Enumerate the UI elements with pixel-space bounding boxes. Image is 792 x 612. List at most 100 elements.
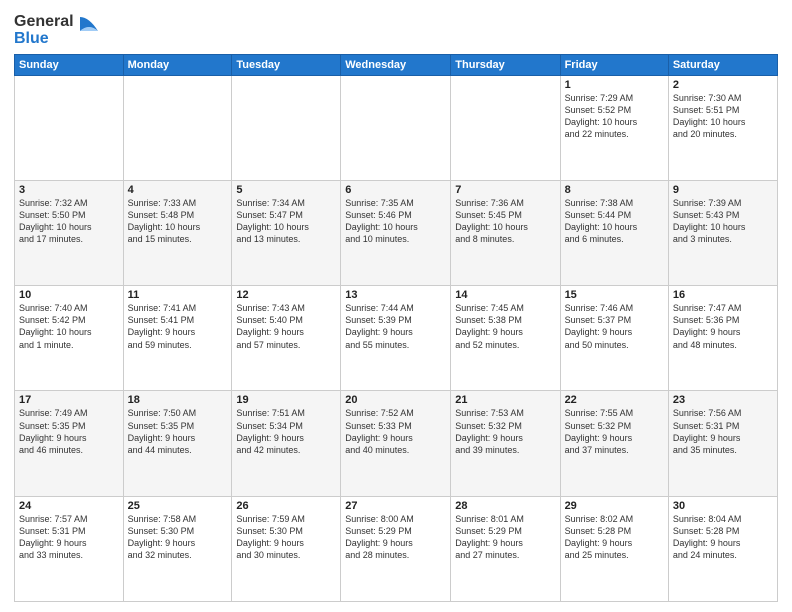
col-header-wednesday: Wednesday bbox=[341, 54, 451, 75]
page: General Blue SundayMondayTuesdayWednesda… bbox=[0, 0, 792, 612]
calendar-cell: 9Sunrise: 7:39 AM Sunset: 5:43 PM Daylig… bbox=[668, 180, 777, 285]
calendar-cell: 19Sunrise: 7:51 AM Sunset: 5:34 PM Dayli… bbox=[232, 391, 341, 496]
day-info: Sunrise: 7:47 AM Sunset: 5:36 PM Dayligh… bbox=[673, 302, 773, 351]
day-info: Sunrise: 7:53 AM Sunset: 5:32 PM Dayligh… bbox=[455, 407, 555, 456]
day-info: Sunrise: 7:46 AM Sunset: 5:37 PM Dayligh… bbox=[565, 302, 664, 351]
day-number: 18 bbox=[128, 394, 228, 406]
calendar-week-5: 24Sunrise: 7:57 AM Sunset: 5:31 PM Dayli… bbox=[15, 496, 778, 601]
day-info: Sunrise: 7:55 AM Sunset: 5:32 PM Dayligh… bbox=[565, 407, 664, 456]
day-number: 10 bbox=[19, 289, 119, 301]
calendar-cell: 23Sunrise: 7:56 AM Sunset: 5:31 PM Dayli… bbox=[668, 391, 777, 496]
calendar-table: SundayMondayTuesdayWednesdayThursdayFrid… bbox=[14, 54, 778, 602]
calendar-cell: 14Sunrise: 7:45 AM Sunset: 5:38 PM Dayli… bbox=[451, 286, 560, 391]
calendar-cell: 11Sunrise: 7:41 AM Sunset: 5:41 PM Dayli… bbox=[123, 286, 232, 391]
calendar-cell: 3Sunrise: 7:32 AM Sunset: 5:50 PM Daylig… bbox=[15, 180, 124, 285]
calendar-week-2: 3Sunrise: 7:32 AM Sunset: 5:50 PM Daylig… bbox=[15, 180, 778, 285]
day-info: Sunrise: 7:40 AM Sunset: 5:42 PM Dayligh… bbox=[19, 302, 119, 351]
day-number: 4 bbox=[128, 184, 228, 196]
day-info: Sunrise: 7:57 AM Sunset: 5:31 PM Dayligh… bbox=[19, 513, 119, 562]
calendar-cell: 28Sunrise: 8:01 AM Sunset: 5:29 PM Dayli… bbox=[451, 496, 560, 601]
day-number: 23 bbox=[673, 394, 773, 406]
calendar-cell: 13Sunrise: 7:44 AM Sunset: 5:39 PM Dayli… bbox=[341, 286, 451, 391]
day-info: Sunrise: 7:34 AM Sunset: 5:47 PM Dayligh… bbox=[236, 197, 336, 246]
day-info: Sunrise: 7:52 AM Sunset: 5:33 PM Dayligh… bbox=[345, 407, 446, 456]
calendar-cell: 17Sunrise: 7:49 AM Sunset: 5:35 PM Dayli… bbox=[15, 391, 124, 496]
day-number: 25 bbox=[128, 500, 228, 512]
calendar-cell: 18Sunrise: 7:50 AM Sunset: 5:35 PM Dayli… bbox=[123, 391, 232, 496]
calendar-cell: 27Sunrise: 8:00 AM Sunset: 5:29 PM Dayli… bbox=[341, 496, 451, 601]
calendar-cell: 8Sunrise: 7:38 AM Sunset: 5:44 PM Daylig… bbox=[560, 180, 668, 285]
day-info: Sunrise: 8:00 AM Sunset: 5:29 PM Dayligh… bbox=[345, 513, 446, 562]
calendar-week-4: 17Sunrise: 7:49 AM Sunset: 5:35 PM Dayli… bbox=[15, 391, 778, 496]
day-number: 17 bbox=[19, 394, 119, 406]
day-number: 29 bbox=[565, 500, 664, 512]
day-info: Sunrise: 7:50 AM Sunset: 5:35 PM Dayligh… bbox=[128, 407, 228, 456]
calendar-cell: 30Sunrise: 8:04 AM Sunset: 5:28 PM Dayli… bbox=[668, 496, 777, 601]
col-header-monday: Monday bbox=[123, 54, 232, 75]
day-number: 1 bbox=[565, 79, 664, 91]
day-number: 5 bbox=[236, 184, 336, 196]
day-number: 20 bbox=[345, 394, 446, 406]
col-header-sunday: Sunday bbox=[15, 54, 124, 75]
calendar-cell: 24Sunrise: 7:57 AM Sunset: 5:31 PM Dayli… bbox=[15, 496, 124, 601]
calendar-cell: 15Sunrise: 7:46 AM Sunset: 5:37 PM Dayli… bbox=[560, 286, 668, 391]
day-number: 26 bbox=[236, 500, 336, 512]
calendar-cell: 4Sunrise: 7:33 AM Sunset: 5:48 PM Daylig… bbox=[123, 180, 232, 285]
calendar-header-row: SundayMondayTuesdayWednesdayThursdayFrid… bbox=[15, 54, 778, 75]
calendar-cell bbox=[341, 75, 451, 180]
day-number: 16 bbox=[673, 289, 773, 301]
calendar-cell: 7Sunrise: 7:36 AM Sunset: 5:45 PM Daylig… bbox=[451, 180, 560, 285]
calendar-cell: 16Sunrise: 7:47 AM Sunset: 5:36 PM Dayli… bbox=[668, 286, 777, 391]
day-info: Sunrise: 8:02 AM Sunset: 5:28 PM Dayligh… bbox=[565, 513, 664, 562]
day-number: 8 bbox=[565, 184, 664, 196]
day-info: Sunrise: 7:30 AM Sunset: 5:51 PM Dayligh… bbox=[673, 92, 773, 141]
day-number: 3 bbox=[19, 184, 119, 196]
day-info: Sunrise: 7:39 AM Sunset: 5:43 PM Dayligh… bbox=[673, 197, 773, 246]
day-number: 22 bbox=[565, 394, 664, 406]
day-info: Sunrise: 7:38 AM Sunset: 5:44 PM Dayligh… bbox=[565, 197, 664, 246]
day-info: Sunrise: 7:36 AM Sunset: 5:45 PM Dayligh… bbox=[455, 197, 555, 246]
day-number: 21 bbox=[455, 394, 555, 406]
day-info: Sunrise: 7:44 AM Sunset: 5:39 PM Dayligh… bbox=[345, 302, 446, 351]
day-info: Sunrise: 7:33 AM Sunset: 5:48 PM Dayligh… bbox=[128, 197, 228, 246]
header: General Blue bbox=[14, 10, 778, 48]
day-info: Sunrise: 7:32 AM Sunset: 5:50 PM Dayligh… bbox=[19, 197, 119, 246]
calendar-cell: 21Sunrise: 7:53 AM Sunset: 5:32 PM Dayli… bbox=[451, 391, 560, 496]
day-info: Sunrise: 7:56 AM Sunset: 5:31 PM Dayligh… bbox=[673, 407, 773, 456]
calendar-cell: 29Sunrise: 8:02 AM Sunset: 5:28 PM Dayli… bbox=[560, 496, 668, 601]
day-number: 28 bbox=[455, 500, 555, 512]
day-info: Sunrise: 7:41 AM Sunset: 5:41 PM Dayligh… bbox=[128, 302, 228, 351]
day-number: 12 bbox=[236, 289, 336, 301]
calendar-week-1: 1Sunrise: 7:29 AM Sunset: 5:52 PM Daylig… bbox=[15, 75, 778, 180]
calendar-cell: 26Sunrise: 7:59 AM Sunset: 5:30 PM Dayli… bbox=[232, 496, 341, 601]
col-header-tuesday: Tuesday bbox=[232, 54, 341, 75]
day-number: 13 bbox=[345, 289, 446, 301]
calendar-cell: 20Sunrise: 7:52 AM Sunset: 5:33 PM Dayli… bbox=[341, 391, 451, 496]
calendar-cell: 10Sunrise: 7:40 AM Sunset: 5:42 PM Dayli… bbox=[15, 286, 124, 391]
day-info: Sunrise: 7:58 AM Sunset: 5:30 PM Dayligh… bbox=[128, 513, 228, 562]
calendar-week-3: 10Sunrise: 7:40 AM Sunset: 5:42 PM Dayli… bbox=[15, 286, 778, 391]
calendar-cell: 25Sunrise: 7:58 AM Sunset: 5:30 PM Dayli… bbox=[123, 496, 232, 601]
day-number: 27 bbox=[345, 500, 446, 512]
day-number: 7 bbox=[455, 184, 555, 196]
calendar-cell: 12Sunrise: 7:43 AM Sunset: 5:40 PM Dayli… bbox=[232, 286, 341, 391]
day-info: Sunrise: 7:51 AM Sunset: 5:34 PM Dayligh… bbox=[236, 407, 336, 456]
day-info: Sunrise: 8:01 AM Sunset: 5:29 PM Dayligh… bbox=[455, 513, 555, 562]
calendar-cell bbox=[15, 75, 124, 180]
day-number: 6 bbox=[345, 184, 446, 196]
day-number: 2 bbox=[673, 79, 773, 91]
col-header-saturday: Saturday bbox=[668, 54, 777, 75]
day-number: 11 bbox=[128, 289, 228, 301]
logo-wordmark: General Blue bbox=[14, 14, 102, 48]
day-number: 24 bbox=[19, 500, 119, 512]
day-number: 9 bbox=[673, 184, 773, 196]
calendar-cell: 1Sunrise: 7:29 AM Sunset: 5:52 PM Daylig… bbox=[560, 75, 668, 180]
logo-blue-word: Blue bbox=[14, 31, 74, 48]
col-header-thursday: Thursday bbox=[451, 54, 560, 75]
calendar-cell: 5Sunrise: 7:34 AM Sunset: 5:47 PM Daylig… bbox=[232, 180, 341, 285]
day-number: 15 bbox=[565, 289, 664, 301]
col-header-friday: Friday bbox=[560, 54, 668, 75]
calendar-cell bbox=[451, 75, 560, 180]
day-number: 14 bbox=[455, 289, 555, 301]
day-info: Sunrise: 7:59 AM Sunset: 5:30 PM Dayligh… bbox=[236, 513, 336, 562]
